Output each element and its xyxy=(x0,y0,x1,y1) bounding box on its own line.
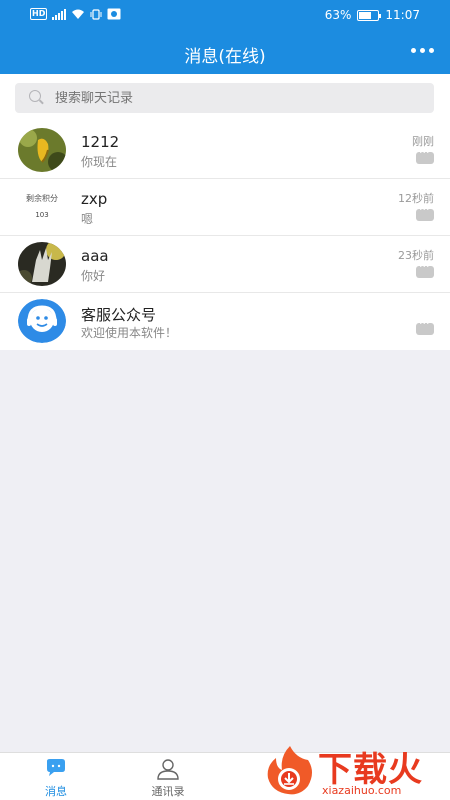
points-card-avatar: 剩余积分 103 xyxy=(18,185,66,229)
last-message: 你好 xyxy=(81,269,106,283)
conversation-row[interactable]: 1212 你现在 刚刚 xyxy=(0,122,450,179)
avatar-points-value: 103 xyxy=(35,211,49,219)
vibrate-icon xyxy=(90,8,102,20)
battery-percent: 63% xyxy=(324,8,352,22)
contact-name: 客服公众号 xyxy=(81,306,157,324)
chat-bubble-icon xyxy=(416,146,434,164)
conversation-list: 1212 你现在 刚刚 剩余积分 103 zxp 嗯 12秒前 aaa 你好 2… xyxy=(0,122,450,350)
last-message: 嗯 xyxy=(81,212,94,226)
avatar-points-label: 剩余积分 xyxy=(26,194,58,203)
battery-icon xyxy=(357,9,382,21)
photo-avatar xyxy=(18,128,66,172)
search-bar xyxy=(0,74,450,122)
last-message: 你现在 xyxy=(81,155,118,169)
wifi-icon xyxy=(72,9,85,19)
chat-bubble-icon xyxy=(47,759,65,776)
notification-icon xyxy=(107,8,121,20)
chat-bubble-icon xyxy=(416,317,434,335)
tab-label: 通讯录 xyxy=(151,785,185,798)
watermark-logo: 下载火 xiazaihuo.com xyxy=(262,740,450,800)
search-icon xyxy=(29,90,45,106)
conversation-row[interactable]: 客服公众号 欢迎使用本软件！ xyxy=(0,293,450,350)
tab-messages[interactable]: 消息 xyxy=(0,753,112,800)
status-bar: HD 63% 11:07 xyxy=(0,0,450,30)
contact-name: zxp xyxy=(81,190,108,208)
customer-service-icon xyxy=(18,299,66,343)
hd-badge: HD xyxy=(30,8,48,20)
chat-bubble-icon xyxy=(416,260,434,278)
watermark-url: xiazaihuo.com xyxy=(322,784,402,797)
chat-bubble-icon xyxy=(416,203,434,221)
flame-logo-icon xyxy=(267,746,312,795)
conversation-row[interactable]: 剩余积分 103 zxp 嗯 12秒前 xyxy=(0,179,450,236)
tab-label: 消息 xyxy=(45,785,67,798)
tab-contacts[interactable]: 通讯录 xyxy=(112,753,224,800)
signal-icon xyxy=(52,8,67,20)
last-message: 欢迎使用本软件！ xyxy=(81,326,178,340)
page-title: 消息(在线) xyxy=(184,47,266,67)
clock: 11:07 xyxy=(385,8,420,22)
more-dots-icon[interactable] xyxy=(409,42,436,59)
search-input[interactable] xyxy=(55,90,355,106)
search-box[interactable] xyxy=(15,83,434,113)
conversation-row[interactable]: aaa 你好 23秒前 xyxy=(0,236,450,293)
contact-name: 1212 xyxy=(81,133,120,151)
contact-name: aaa xyxy=(81,247,109,265)
photo-avatar xyxy=(18,242,66,286)
person-icon xyxy=(157,759,179,780)
navigation-bar: 消息(在线) xyxy=(0,30,450,74)
